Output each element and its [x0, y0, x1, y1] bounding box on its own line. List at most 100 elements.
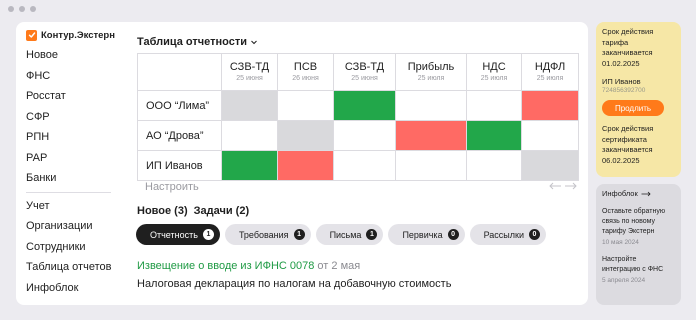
- sidebar-item[interactable]: Организации: [26, 216, 121, 237]
- tariff-expiry-text: Срок действия тарифа заканчивается 01.02…: [602, 27, 654, 68]
- sidebar-item[interactable]: РАР: [26, 148, 121, 169]
- nav-group-secondary: Учет Организации Сотрудники Таблица отчетов…: [26, 196, 121, 299]
- column-due-date: 26 июня: [292, 74, 319, 82]
- chip-filter[interactable]: Рассылки 0: [469, 224, 546, 245]
- sidebar-item[interactable]: Новое: [26, 45, 121, 66]
- sidebar-item[interactable]: Инфоблок: [26, 278, 121, 299]
- infoblock-item-text[interactable]: Настройте интеграцию с ФНС: [602, 255, 675, 275]
- arrow-right-icon: [641, 191, 651, 196]
- grid-column-header[interactable]: СЗВ-ТД 25 июня: [333, 53, 396, 91]
- tariff-card: Срок действия тарифа заканчивается 01.02…: [596, 22, 681, 177]
- chip-filter[interactable]: Первичка 0: [388, 224, 465, 245]
- status-cell-green[interactable]: [221, 150, 278, 181]
- arrow-right-icon[interactable]: [564, 181, 578, 191]
- grid-header-row: СЗВ-ТД 25 июня ПСВ 26 июня СЗВ-ТД 25 июня Приб…: [137, 53, 579, 91]
- sidebar: Контур.Экстерн Новое ФНС Росстат СФР РПН РАР Б…: [16, 22, 121, 305]
- column-due-date: 25 июля: [536, 74, 564, 82]
- grid-column-header[interactable]: НДС 25 июля: [466, 53, 522, 91]
- notice-date: от 2 мая: [317, 260, 361, 272]
- kontur-logo-icon: [26, 29, 37, 41]
- sidebar-item[interactable]: Сотрудники: [26, 237, 121, 258]
- column-name: ПСВ: [293, 60, 318, 73]
- chip-count-badge: 0: [528, 229, 540, 240]
- row-company-name[interactable]: ИП Иванов: [137, 150, 222, 181]
- main-panel: Таблица отчетности СЗВ-ТД 25 июня ПСВ 26 ию…: [121, 22, 588, 305]
- chevron-down-icon: [251, 40, 257, 45]
- status-cell-white[interactable]: [333, 150, 396, 181]
- status-cell-white[interactable]: [521, 120, 579, 151]
- chip-label: Требования: [238, 229, 289, 240]
- row-company-name[interactable]: АО “Дрова”: [137, 120, 222, 151]
- report-table-title-text: Таблица отчетности: [137, 36, 247, 48]
- column-name: СЗВ-ТД: [344, 60, 385, 73]
- status-cell-white[interactable]: [333, 120, 396, 151]
- infoblock-item-date: 10 мая 2024: [602, 239, 639, 246]
- status-cell-grey[interactable]: [521, 150, 579, 181]
- column-name: НДФЛ: [534, 60, 566, 73]
- sidebar-item[interactable]: СФР: [26, 107, 121, 128]
- configure-link[interactable]: Настроить: [145, 181, 199, 193]
- sidebar-item[interactable]: Банки: [26, 168, 121, 189]
- status-cell-white[interactable]: [395, 90, 467, 121]
- status-cell-grey[interactable]: [277, 120, 334, 151]
- window-dot[interactable]: [30, 6, 36, 12]
- renew-button[interactable]: Продлить: [602, 100, 664, 116]
- sidebar-item[interactable]: Росстат: [26, 86, 121, 107]
- sidebar-item[interactable]: Учет: [26, 196, 121, 217]
- status-cell-grey[interactable]: [221, 90, 278, 121]
- sidebar-item[interactable]: РПН: [26, 127, 121, 148]
- status-cell-green[interactable]: [333, 90, 396, 121]
- chip-count-badge: 1: [366, 229, 378, 240]
- row-company-name[interactable]: ООО “Лима”: [137, 90, 222, 121]
- grid-corner: [137, 53, 222, 91]
- infoblock-item: Настройте интеграцию с ФНС 5 апреля 2024: [602, 255, 675, 284]
- status-cell-white[interactable]: [395, 150, 467, 181]
- grid-row: ООО “Лима”: [137, 90, 579, 121]
- status-cell-white[interactable]: [221, 120, 278, 151]
- notice-text: Налоговая декларация по налогам на добав…: [137, 278, 452, 290]
- grid-column-header[interactable]: СЗВ-ТД 25 июня: [221, 53, 278, 91]
- arrow-left-icon[interactable]: [548, 181, 562, 191]
- infoblock-title[interactable]: Инфоблок: [602, 189, 675, 198]
- column-due-date: 25 июня: [351, 74, 378, 82]
- chip-filter[interactable]: Письма 1: [315, 224, 384, 245]
- chip-filter[interactable]: Требования 1: [224, 224, 311, 245]
- status-cell-red[interactable]: [277, 150, 334, 181]
- chip-label: Письма: [329, 229, 362, 240]
- tariff-user: ИП Иванов: [602, 77, 641, 86]
- infoblock-item-text[interactable]: Оставьте обратную связь по новому тарифу…: [602, 207, 675, 237]
- window-dot[interactable]: [8, 6, 14, 12]
- status-cell-green[interactable]: [466, 120, 522, 151]
- tab-new[interactable]: Новое (3): [137, 205, 188, 217]
- infoblock-card: Инфоблок Оставьте обратную связь по ново…: [596, 184, 681, 305]
- nav-divider: [26, 191, 111, 193]
- grid-row: ИП Иванов: [137, 150, 579, 181]
- window-dot[interactable]: [19, 6, 25, 12]
- infoblock-item: Оставьте обратную связь по новому тарифу…: [602, 207, 675, 246]
- column-name: СЗВ-ТД: [229, 60, 270, 73]
- chip-label: Отчетность: [150, 229, 198, 240]
- column-name: Прибыль: [407, 60, 455, 73]
- status-cell-white[interactable]: [466, 90, 522, 121]
- grid-column-header[interactable]: ПСВ 26 июня: [277, 53, 334, 91]
- grid-column-header[interactable]: НДФЛ 25 июля: [521, 53, 579, 91]
- column-due-date: 25 июля: [480, 74, 508, 82]
- report-grid: СЗВ-ТД 25 июня ПСВ 26 июня СЗВ-ТД 25 июня Приб…: [137, 53, 579, 181]
- chip-label: Первичка: [402, 229, 443, 240]
- sidebar-item[interactable]: ФНС: [26, 66, 121, 87]
- notice-link[interactable]: Извещение о вводе из ИФНС 0078: [137, 260, 314, 272]
- tariff-inn: 724856392700: [602, 87, 646, 94]
- chip-label: Рассылки: [483, 229, 524, 240]
- status-cell-red[interactable]: [395, 120, 467, 151]
- report-table-title[interactable]: Таблица отчетности: [137, 36, 258, 48]
- chip-count-badge: 0: [447, 229, 459, 240]
- sidebar-item[interactable]: Таблица отчетов: [26, 257, 121, 278]
- status-cell-white[interactable]: [277, 90, 334, 121]
- brand[interactable]: Контур.Экстерн: [26, 28, 121, 42]
- status-cell-red[interactable]: [521, 90, 579, 121]
- chip-filter[interactable]: Отчетность 1: [136, 224, 220, 245]
- status-cell-white[interactable]: [466, 150, 522, 181]
- infoblock-item-date: 5 апреля 2024: [602, 277, 646, 284]
- tab-tasks[interactable]: Задачи (2): [194, 205, 249, 217]
- grid-column-header[interactable]: Прибыль 25 июля: [395, 53, 467, 91]
